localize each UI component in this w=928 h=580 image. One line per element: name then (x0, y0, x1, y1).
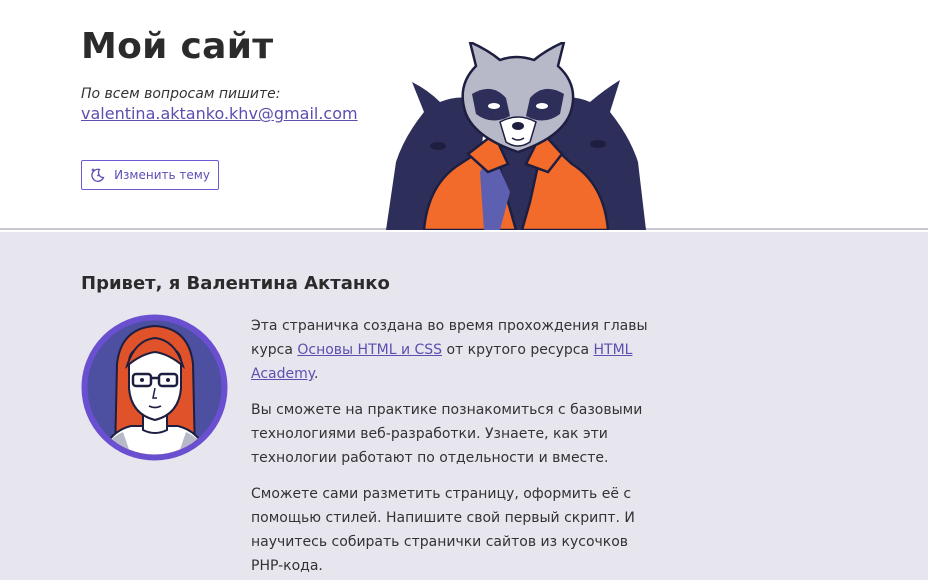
raccoon-mascot-illustration (384, 39, 648, 232)
about-paragraph-3: Сможете сами разметить страницу, оформит… (251, 486, 635, 574)
change-theme-button[interactable]: Изменить тему (81, 160, 219, 190)
about-paragraph-2: Вы сможете на практике познакомиться с б… (251, 402, 643, 466)
contact-caption: По всем вопросам пишите: (81, 86, 281, 102)
about-text: Эта страничка создана во время прохожден… (251, 314, 661, 580)
contact-email-link[interactable]: valentina.aktanko.khv@gmail.com (81, 104, 358, 124)
main-content: Привет, я Валентина Актанко Эта страничк… (0, 232, 928, 580)
change-theme-label: Изменить тему (114, 168, 210, 182)
site-title: Мой сайт (81, 26, 274, 67)
woman-avatar-illustration (81, 314, 228, 461)
moon-sun-icon (90, 167, 106, 183)
about-paragraph-1: Эта страничка создана во время прохожден… (251, 318, 648, 382)
course-link[interactable]: Основы HTML и CSS (297, 342, 442, 358)
site-header: Мой сайт По всем вопросам пишите: valent… (0, 0, 928, 232)
about-title: Привет, я Валентина Актанко (81, 273, 390, 294)
